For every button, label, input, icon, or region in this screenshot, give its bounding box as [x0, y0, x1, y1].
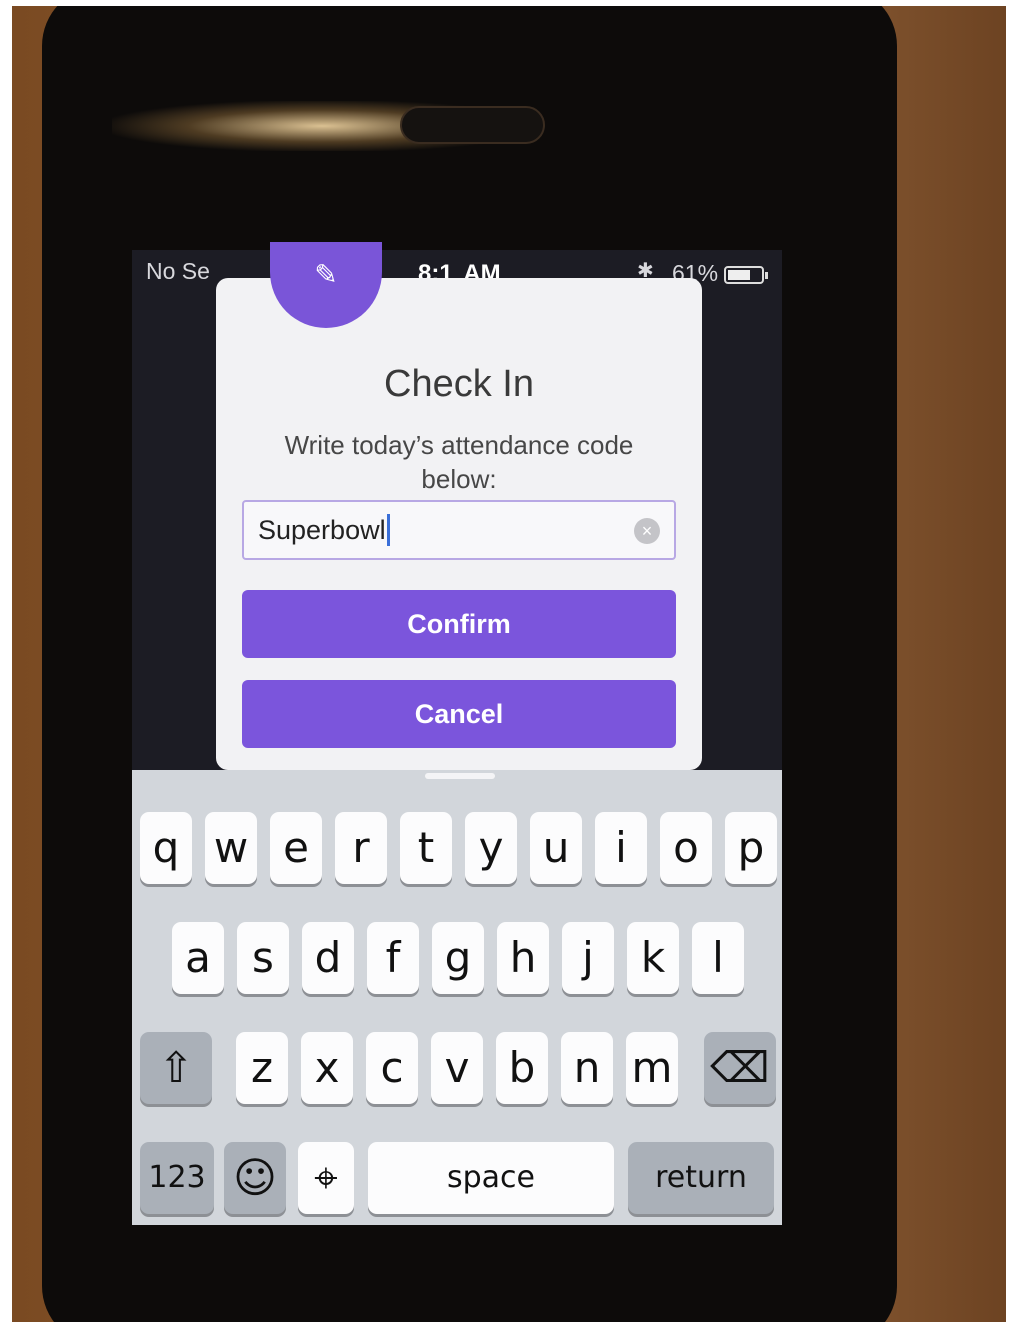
shift-icon: ⇧ — [158, 1043, 194, 1092]
pencil-icon: ✎ — [314, 259, 338, 290]
input-value: Superbowl — [258, 514, 386, 545]
key-y[interactable]: y — [465, 812, 517, 884]
key-b[interactable]: b — [496, 1032, 548, 1104]
key-s[interactable]: s — [237, 922, 289, 994]
key-z[interactable]: z — [236, 1032, 288, 1104]
key-l[interactable]: l — [692, 922, 744, 994]
check-in-dialog: Check In Write today’s attendance code b… — [216, 278, 702, 770]
space-key[interactable]: space — [368, 1142, 614, 1214]
key-n[interactable]: n — [561, 1032, 613, 1104]
return-key[interactable]: return — [628, 1142, 774, 1214]
key-i[interactable]: i — [595, 812, 647, 884]
key-a[interactable]: a — [172, 922, 224, 994]
attendance-code-input[interactable]: Superbowl × — [242, 500, 676, 560]
key-k[interactable]: k — [627, 922, 679, 994]
key-o[interactable]: o — [660, 812, 712, 884]
keyboard-handle — [425, 773, 495, 779]
numbers-key[interactable]: 123 — [140, 1142, 214, 1214]
carrier-label: No Se — [146, 258, 210, 284]
confirm-button[interactable]: Confirm — [242, 590, 676, 658]
key-c[interactable]: c — [366, 1032, 418, 1104]
delete-key[interactable]: ⌫ — [704, 1032, 776, 1104]
keyboard: q w e r t y u i o p a s d f g h j k l ⇧ z x c v b n m ⌫ 123 ☺ ⌖ space re… — [132, 770, 782, 1225]
key-w[interactable]: w — [205, 812, 257, 884]
key-q[interactable]: q — [140, 812, 192, 884]
key-r[interactable]: r — [335, 812, 387, 884]
phone-screen: No Se ≈ 8:1 AM ✱ 61% Check In Write toda… — [132, 250, 782, 1225]
key-p[interactable]: p — [725, 812, 777, 884]
key-e[interactable]: e — [270, 812, 322, 884]
battery-icon — [724, 266, 768, 284]
key-m[interactable]: m — [626, 1032, 678, 1104]
key-d[interactable]: d — [302, 922, 354, 994]
clear-x-icon[interactable]: × — [634, 518, 660, 544]
shift-key[interactable]: ⇧ — [140, 1032, 212, 1104]
earpiece-speaker — [400, 106, 545, 144]
emoji-key[interactable]: ☺ — [224, 1142, 286, 1214]
dialog-message: Write today’s attendance code below: — [284, 430, 634, 494]
emoji-icon: ☺ — [233, 1153, 277, 1202]
key-v[interactable]: v — [431, 1032, 483, 1104]
dialog-title: Check In — [384, 363, 534, 405]
key-t[interactable]: t — [400, 812, 452, 884]
microphone-icon: ⌖ — [314, 1153, 338, 1202]
cancel-button[interactable]: Cancel — [242, 680, 676, 748]
key-g[interactable]: g — [432, 922, 484, 994]
delete-icon: ⌫ — [710, 1043, 770, 1092]
key-x[interactable]: x — [301, 1032, 353, 1104]
key-u[interactable]: u — [530, 812, 582, 884]
text-caret — [386, 514, 390, 546]
key-j[interactable]: j — [562, 922, 614, 994]
key-f[interactable]: f — [367, 922, 419, 994]
dictation-key[interactable]: ⌖ — [298, 1142, 354, 1214]
key-h[interactable]: h — [497, 922, 549, 994]
